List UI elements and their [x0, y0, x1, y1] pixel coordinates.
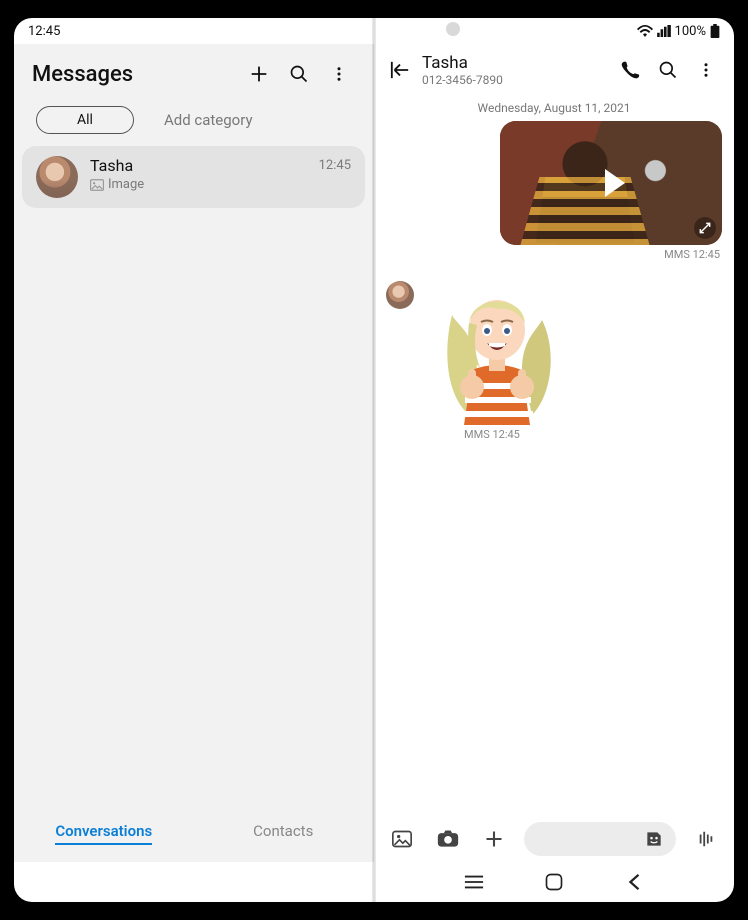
sticker-attachment[interactable] — [422, 275, 572, 425]
tab-contacts[interactable]: Contacts — [194, 822, 374, 840]
thread-contact-number: 012-3456-7890 — [422, 73, 503, 87]
compose-bar — [374, 814, 734, 862]
phone-icon — [620, 60, 640, 80]
voice-input-button[interactable] — [690, 823, 722, 855]
page-title: Messages — [32, 62, 235, 87]
status-battery-text: 100% — [675, 24, 706, 39]
recents-button[interactable] — [458, 866, 490, 898]
conversation-list-pane: Messages All Add category — [14, 44, 374, 862]
add-category-link[interactable]: Add category — [164, 111, 253, 129]
split-panes: Messages All Add category — [14, 44, 734, 862]
thread-pane: Tasha 012-3456-7890 Wednesday, August 11… — [374, 44, 734, 862]
wifi-icon — [637, 25, 653, 37]
status-bar: 12:45 100% — [14, 18, 734, 44]
gallery-icon — [392, 830, 412, 848]
thread-contact-name: Tasha — [422, 54, 503, 73]
conversation-preview-text: Image — [108, 177, 144, 192]
device-frame: 12:45 100% Messages — [0, 0, 748, 920]
search-button[interactable] — [283, 58, 315, 90]
conversation-name: Tasha — [90, 156, 307, 175]
system-nav-row — [14, 862, 734, 902]
conversation-time: 12:45 — [319, 158, 351, 173]
image-icon — [90, 179, 104, 191]
gallery-button[interactable] — [386, 823, 418, 855]
compose-button[interactable] — [243, 58, 275, 90]
more-vertical-icon — [330, 65, 348, 83]
attach-more-button[interactable] — [478, 823, 510, 855]
more-options-button[interactable] — [323, 58, 355, 90]
camera-button[interactable] — [432, 823, 464, 855]
chevron-left-icon — [627, 873, 641, 891]
camera-notch — [446, 22, 460, 36]
thread-more-button[interactable] — [690, 54, 722, 86]
back-to-list-icon — [389, 60, 411, 80]
thread-search-button[interactable] — [652, 54, 684, 86]
play-icon — [605, 169, 625, 197]
conversation-item[interactable]: Tasha Image 12:45 — [22, 146, 365, 208]
home-button[interactable] — [538, 866, 570, 898]
avatar — [36, 156, 78, 198]
system-nav-bar — [374, 862, 734, 902]
incoming-message: MMS 12:45 — [386, 275, 722, 441]
expand-icon[interactable] — [694, 217, 716, 239]
battery-icon — [710, 24, 720, 38]
thread-header: Tasha 012-3456-7890 — [374, 44, 734, 93]
back-nav-button[interactable] — [618, 866, 650, 898]
sender-avatar[interactable] — [386, 281, 414, 309]
signal-icon — [657, 25, 671, 37]
outgoing-message: MMS 12:45 — [386, 121, 722, 261]
outgoing-meta: MMS 12:45 — [500, 245, 722, 261]
conversation-preview: Image — [90, 177, 307, 192]
incoming-meta: MMS 12:45 — [422, 425, 572, 441]
message-input[interactable] — [524, 822, 676, 856]
category-filter-row: All Add category — [14, 96, 373, 146]
filter-all-pill[interactable]: All — [36, 106, 134, 134]
video-attachment[interactable] — [500, 121, 722, 245]
waveform-icon — [695, 830, 717, 848]
date-separator: Wednesday, August 11, 2021 — [374, 93, 734, 121]
recents-icon — [464, 874, 484, 890]
list-header: Messages — [14, 44, 373, 96]
bottom-tabs: Conversations Contacts — [14, 806, 373, 862]
camera-icon — [437, 830, 459, 848]
plus-icon — [484, 829, 504, 849]
sticker-picker-icon[interactable] — [644, 829, 664, 849]
call-button[interactable] — [614, 54, 646, 86]
status-time: 12:45 — [28, 24, 60, 39]
back-button[interactable] — [384, 54, 416, 86]
more-vertical-icon — [697, 61, 715, 79]
tab-conversations[interactable]: Conversations — [14, 822, 194, 840]
home-icon — [544, 872, 564, 892]
message-area[interactable]: MMS 12:45 — [374, 121, 734, 814]
search-icon — [658, 60, 678, 80]
screen: 12:45 100% Messages — [14, 18, 734, 902]
search-icon — [289, 64, 309, 84]
